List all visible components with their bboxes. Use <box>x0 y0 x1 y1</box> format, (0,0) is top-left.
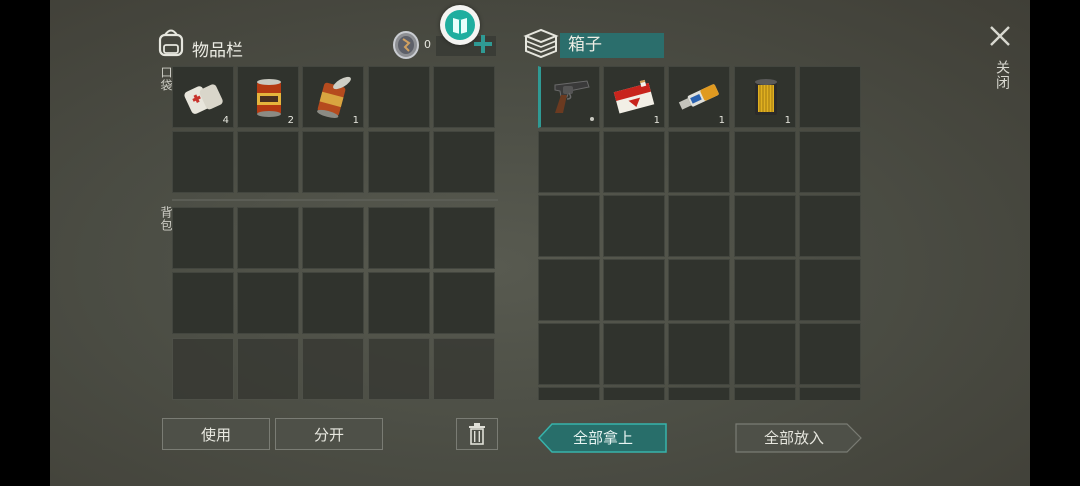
backpack-slot-locked <box>172 338 234 400</box>
box-slot[interactable] <box>734 259 796 321</box>
usb-drive-icon <box>678 84 719 110</box>
backpack-slot-locked <box>368 338 430 400</box>
box-slot[interactable] <box>734 131 796 193</box>
box-slot[interactable] <box>538 195 600 257</box>
floating-map-button[interactable] <box>440 5 480 45</box>
box-slot[interactable] <box>538 259 600 321</box>
backpack-slot[interactable] <box>237 207 299 269</box>
item-count: 1 <box>352 115 359 126</box>
cigarette-pack-icon <box>613 79 655 114</box>
put-all-button[interactable]: 全部放入 <box>735 423 863 453</box>
box-slot[interactable] <box>799 323 861 385</box>
box-slot-4[interactable]: 1 <box>734 66 796 128</box>
box-slot[interactable] <box>603 195 665 257</box>
open-can-icon <box>317 76 351 118</box>
trash-button[interactable] <box>456 418 498 450</box>
pocket-slot-5[interactable] <box>433 66 495 128</box>
pocket-slot-2[interactable]: 2 <box>237 66 299 128</box>
backpack-slot[interactable] <box>433 207 495 269</box>
game-screen: 物品栏 0 口袋 背包 4 2 1 使用 分开 箱子 1 1 1 全部拿上 全部… <box>50 0 1030 486</box>
backpack-slot[interactable] <box>368 272 430 334</box>
box-slot[interactable] <box>668 259 730 321</box>
box-slot[interactable] <box>799 259 861 321</box>
backpack-slot[interactable] <box>368 207 430 269</box>
backpack-slot-locked <box>237 338 299 400</box>
close-button[interactable]: 关闭 <box>984 22 1016 100</box>
backpack-slot[interactable] <box>237 272 299 334</box>
box-slot[interactable] <box>538 387 600 400</box>
box-slot[interactable] <box>603 259 665 321</box>
coin-icon <box>393 31 419 59</box>
box-slot[interactable] <box>668 323 730 385</box>
box-slot[interactable] <box>799 131 861 193</box>
trash-icon <box>469 423 485 445</box>
box-title: 箱子 <box>560 33 664 58</box>
food-can-icon <box>257 79 281 117</box>
box-slot[interactable] <box>668 387 730 400</box>
box-slot-2[interactable]: 1 <box>603 66 665 128</box>
box-slot[interactable] <box>603 323 665 385</box>
split-button[interactable]: 分开 <box>275 418 383 450</box>
pocket-slot-7[interactable] <box>237 131 299 193</box>
pocket-slot-8[interactable] <box>302 131 364 193</box>
backpack-slot[interactable] <box>172 272 234 334</box>
map-book-icon <box>445 10 475 40</box>
inventory-title: 物品栏 <box>192 41 243 61</box>
take-all-button[interactable]: 全部拿上 <box>538 423 668 453</box>
take-all-label: 全部拿上 <box>572 429 633 447</box>
box-slot-1[interactable] <box>538 66 600 128</box>
box-slot[interactable] <box>603 131 665 193</box>
backpack-slot[interactable] <box>172 207 234 269</box>
pocket-slot-10[interactable] <box>433 131 495 193</box>
item-indicator-dot <box>590 117 594 121</box>
backpack-slot[interactable] <box>302 207 364 269</box>
pocket-slot-6[interactable] <box>172 131 234 193</box>
box-slot[interactable] <box>799 195 861 257</box>
put-all-label: 全部放入 <box>763 429 824 447</box>
oil-filter-icon <box>755 79 777 115</box>
box-slot[interactable] <box>734 323 796 385</box>
item-count: 1 <box>653 115 660 126</box>
pocket-slot-1[interactable]: 4 <box>172 66 234 128</box>
close-label: 关闭 <box>994 60 1010 90</box>
box-slot-3[interactable]: 1 <box>668 66 730 128</box>
box-slot[interactable] <box>734 195 796 257</box>
box-slot[interactable] <box>668 131 730 193</box>
use-button[interactable]: 使用 <box>162 418 270 450</box>
box-icon <box>523 27 559 59</box>
item-count: 1 <box>784 115 791 126</box>
box-slot[interactable] <box>799 387 861 400</box>
box-slot[interactable] <box>538 131 600 193</box>
revolver-icon <box>554 80 590 113</box>
item-count: 1 <box>718 115 725 126</box>
box-grid-overflow <box>538 387 861 400</box>
box-slot[interactable] <box>668 195 730 257</box>
backpack-slot-locked <box>433 338 495 400</box>
item-count: 4 <box>222 115 229 126</box>
pocket-slot-4[interactable] <box>368 66 430 128</box>
box-slot[interactable] <box>603 387 665 400</box>
box-slot[interactable] <box>538 323 600 385</box>
close-icon <box>990 26 1010 46</box>
box-slot[interactable] <box>734 387 796 400</box>
item-count: 2 <box>287 115 294 126</box>
backpack-slot[interactable] <box>433 272 495 334</box>
backpack-slot[interactable] <box>302 272 364 334</box>
backpack-icon <box>156 26 186 58</box>
backpack-slot-locked <box>302 338 364 400</box>
pocket-slot-3[interactable]: 1 <box>302 66 364 128</box>
box-slot-5[interactable] <box>799 66 861 128</box>
pocket-slot-9[interactable] <box>368 131 430 193</box>
section-divider <box>172 199 498 201</box>
medical-bandage-icon <box>184 84 223 114</box>
currency-value: 0 <box>424 38 431 51</box>
